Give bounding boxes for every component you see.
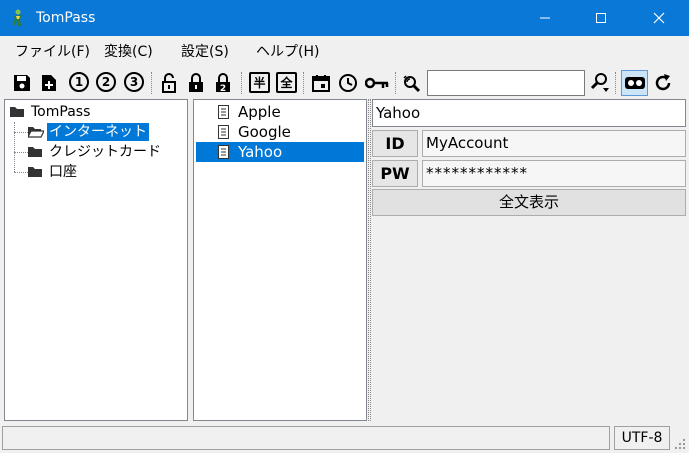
refresh-icon	[655, 74, 671, 91]
tree-node-label: 口座	[49, 164, 77, 180]
window-title: TomPass	[36, 10, 96, 26]
tree-connector	[14, 172, 28, 173]
entry-title-field[interactable]: Yahoo	[372, 99, 686, 127]
list-item-label: Yahoo	[238, 143, 283, 161]
half-width-button[interactable]: 半	[249, 72, 270, 93]
refresh-button[interactable]	[652, 71, 674, 95]
calendar-icon	[312, 75, 330, 92]
mask-toggle-button[interactable]	[621, 70, 648, 96]
lock-level-2-button[interactable]: 2	[212, 71, 234, 95]
menu-file[interactable]: ファイル(F)	[15, 44, 90, 60]
id-label: ID	[372, 130, 418, 157]
search-input[interactable]	[427, 70, 585, 96]
folder-icon	[28, 167, 42, 177]
list-item-label: Apple	[238, 103, 281, 121]
folder-icon	[28, 147, 42, 157]
toolbar-separator	[151, 72, 152, 94]
unlock-icon	[162, 73, 176, 93]
menu-settings[interactable]: 設定(S)	[181, 44, 229, 60]
key-button[interactable]	[364, 71, 390, 95]
unlock-button[interactable]	[158, 71, 180, 95]
tree-connector	[14, 152, 28, 153]
list-item-label: Google	[238, 123, 291, 141]
search-refresh-icon	[403, 75, 421, 93]
slot-2-button[interactable]: 2	[96, 72, 116, 92]
clock-button[interactable]	[337, 71, 359, 95]
tree-node-label: インターネット	[47, 123, 149, 141]
resize-grip-icon[interactable]	[674, 438, 686, 450]
toolbar: 1 2 3 2 半 全	[0, 66, 689, 100]
document-icon	[218, 125, 229, 139]
maximize-icon	[596, 13, 606, 23]
tree-connector	[14, 132, 28, 133]
save-icon	[14, 75, 30, 91]
search-replace-button[interactable]	[400, 71, 422, 95]
document-icon	[218, 145, 229, 159]
toolbar-separator	[395, 72, 396, 94]
encoding-indicator: UTF-8	[614, 426, 670, 450]
save-button[interactable]	[11, 71, 33, 95]
list-item-selected[interactable]: Yahoo	[196, 142, 364, 162]
lock-numbered-icon: 2	[216, 73, 230, 93]
minimize-button[interactable]	[522, 0, 568, 36]
status-bar: UTF-8	[0, 424, 689, 453]
lock-icon	[189, 73, 203, 92]
pw-label: PW	[372, 160, 418, 187]
new-file-icon	[42, 75, 56, 91]
lock-level-number: 2	[220, 84, 226, 93]
document-icon	[218, 105, 229, 119]
full-width-button[interactable]: 全	[276, 72, 297, 93]
toolbar-separator	[303, 72, 304, 94]
toolbar-separator	[241, 72, 242, 94]
folder-icon	[10, 107, 24, 117]
close-button[interactable]	[636, 0, 682, 36]
toolbar-separator	[615, 72, 616, 94]
id-field[interactable]: MyAccount	[422, 130, 686, 157]
menu-convert[interactable]: 変換(C)	[104, 44, 153, 60]
mask-icon	[624, 77, 645, 89]
key-icon	[365, 77, 389, 89]
lock-button[interactable]	[185, 71, 207, 95]
slot-3-button[interactable]: 3	[124, 72, 144, 92]
tree-node-label: TomPass	[31, 104, 91, 120]
slot-1-button[interactable]: 1	[69, 72, 89, 92]
list-item[interactable]: Apple	[196, 102, 364, 122]
maximize-button[interactable]	[578, 0, 624, 36]
status-message	[2, 426, 610, 450]
panel-splitter[interactable]	[368, 99, 371, 421]
password-field[interactable]: ************	[422, 160, 686, 187]
category-tree[interactable]: TomPass インターネット クレジットカード 口座	[4, 99, 188, 421]
entry-list[interactable]: Apple Google Yahoo	[193, 99, 367, 421]
clock-icon	[339, 74, 357, 92]
app-icon	[13, 9, 23, 26]
search-button[interactable]	[589, 71, 611, 95]
calendar-button[interactable]	[310, 71, 332, 95]
close-icon	[653, 12, 665, 24]
new-file-button[interactable]	[38, 71, 60, 95]
search-icon	[590, 73, 609, 92]
list-item[interactable]: Google	[196, 122, 364, 142]
tree-connector	[14, 122, 15, 172]
menu-bar: ファイル(F) 変換(C) 設定(S) ヘルプ(H)	[0, 36, 689, 66]
show-full-text-button[interactable]: 全文表示	[372, 189, 686, 216]
folder-open-icon	[28, 127, 44, 138]
title-bar: TomPass	[0, 0, 689, 36]
tree-node-label: クレジットカード	[49, 144, 161, 160]
menu-help[interactable]: ヘルプ(H)	[256, 44, 319, 60]
minimize-icon	[540, 17, 550, 19]
